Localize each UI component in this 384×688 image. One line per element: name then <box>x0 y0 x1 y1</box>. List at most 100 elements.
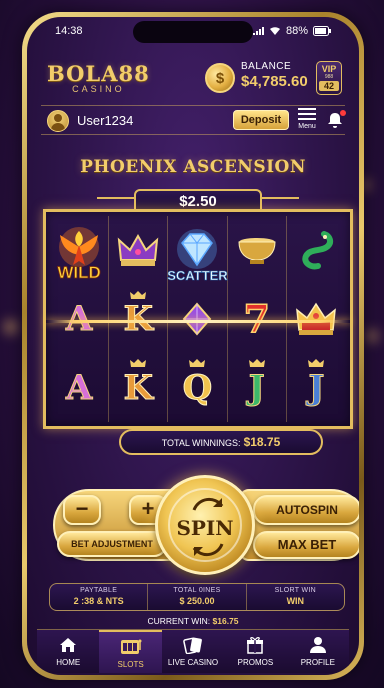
balance-value: $4,785.60 <box>241 73 308 90</box>
bokeh-light <box>366 330 378 342</box>
phone-frame: 14:38 88% BOLA88 CASINO $ BALANCE $4,785… <box>22 12 364 680</box>
scatter-label: SCATTER <box>167 267 228 283</box>
symbol-q: Q <box>182 367 213 408</box>
cards-icon <box>183 637 202 654</box>
notification-button[interactable] <box>327 110 346 128</box>
symbol-a: A <box>65 367 93 408</box>
home-icon <box>60 638 77 652</box>
reel-cell: A <box>50 353 110 422</box>
purple-gem-icon <box>183 302 212 336</box>
nav-live-casino[interactable]: LIVE CASINO <box>162 630 224 673</box>
stat-value: WIN <box>286 596 305 606</box>
mini-crown-icon <box>130 359 147 368</box>
ornament <box>259 197 299 207</box>
red-crown-icon <box>296 302 337 335</box>
gold-bowl-icon <box>238 238 276 265</box>
bokeh-light <box>4 320 18 334</box>
stat-total-lines: TOTAL 0INES $ 250.00 <box>148 584 247 610</box>
vip-sub: 988 <box>324 74 334 80</box>
nav-label: HOME <box>56 658 81 667</box>
reel-cell: K <box>109 284 169 354</box>
reel-cell: WILD <box>50 216 110 285</box>
nav-label: PROMOS <box>237 658 274 667</box>
purple-crown-icon <box>118 234 159 267</box>
status-icons: 88% <box>252 25 331 37</box>
reel-window: WILD SCATTER A K 7 A K Q J J <box>43 209 353 429</box>
mini-crown-icon <box>130 290 147 299</box>
menu-label: Menu <box>298 123 316 130</box>
ornament <box>97 197 137 207</box>
reel-cell: Q <box>168 353 228 422</box>
max-bet-button[interactable]: MAX BET <box>253 531 359 559</box>
stat-label: SLORT WIN <box>274 587 316 594</box>
vip-level: 42 <box>319 81 339 91</box>
balance-label: BALANCE <box>241 61 292 72</box>
user-bar: User1234 Deposit Menu <box>41 105 346 135</box>
stat-label: TOTAL 0INES <box>173 587 221 594</box>
mini-crown-icon <box>308 359 325 368</box>
bet-adjustment-button[interactable]: BET ADJUSTMENT <box>57 531 167 557</box>
jade-dragon-icon <box>302 231 334 270</box>
nav-profile[interactable]: PROFILE <box>287 630 349 673</box>
camera-notch <box>133 21 253 43</box>
mini-crown-icon <box>189 359 206 368</box>
balance-display: BALANCE $4,785.60 <box>241 61 308 90</box>
stat-label: PAYTABLE <box>80 587 118 594</box>
game-title: PHOENIX ASCENSION <box>80 157 306 177</box>
spin-label: SPIN <box>176 516 234 540</box>
stat-value: $ 250.00 <box>179 596 215 606</box>
nav-label: SLOTS <box>117 660 144 669</box>
symbol-seven: 7 <box>243 296 271 343</box>
deposit-button[interactable]: Deposit <box>233 110 289 130</box>
vip-label: VIP <box>321 64 337 74</box>
reel-cell <box>168 284 228 354</box>
reel-cell: K <box>109 353 169 422</box>
slots-icon <box>120 639 142 654</box>
current-win-value: $16.75 <box>212 616 239 626</box>
nav-label: PROFILE <box>300 658 335 667</box>
nav-slots[interactable]: SLOTS <box>99 630 162 673</box>
reel-cell <box>287 216 346 285</box>
brand-name: BOLA88 <box>47 61 150 86</box>
reel-grid: WILD SCATTER A K 7 A K Q J J <box>50 216 346 422</box>
win-payline <box>46 320 350 323</box>
screen: 14:38 88% BOLA88 CASINO $ BALANCE $4,785… <box>27 17 359 675</box>
mini-crown-icon <box>248 359 265 368</box>
avatar[interactable] <box>47 110 69 132</box>
stat-slot-win: SLORT WIN WIN <box>247 584 344 610</box>
current-win-label: CURRENT WIN: <box>147 616 211 626</box>
reel-cell: J <box>287 353 346 422</box>
battery-icon <box>313 26 331 36</box>
coin-icon: $ <box>205 63 235 93</box>
reel-cell <box>109 216 169 285</box>
nav-label: LIVE CASINO <box>167 658 219 667</box>
hamburger-icon <box>298 108 316 120</box>
reel-cell: A <box>50 284 110 354</box>
gift-icon <box>247 637 264 654</box>
reel-cell <box>287 285 346 354</box>
diamond-icon <box>177 229 218 270</box>
symbol-k: K <box>123 367 154 408</box>
username: User1234 <box>77 113 134 128</box>
symbol-j: J <box>248 367 265 408</box>
vip-badge[interactable]: VIP 988 42 <box>316 61 342 95</box>
spin-button[interactable]: SPIN <box>155 475 255 575</box>
bottom-nav: HOME SLOTS LIVE CASINO PROMOS PROFILE <box>37 629 349 673</box>
reel-cell: 7 <box>228 284 287 354</box>
bet-decrease-button[interactable]: − <box>63 495 101 525</box>
autospin-button[interactable]: AUTOSPIN <box>253 495 359 525</box>
nav-promos[interactable]: PROMOS <box>224 630 286 673</box>
stat-value: 2 :38 & NTS <box>73 596 124 606</box>
winnings-label: TOTAL WINNINGS: <box>161 438 241 448</box>
menu-button[interactable]: Menu <box>295 108 319 130</box>
wifi-icon <box>269 27 280 35</box>
battery-percent: 88% <box>285 25 308 37</box>
current-win: CURRENT WIN: $16.75 <box>27 616 359 626</box>
stats-bar: PAYTABLE 2 :38 & NTS TOTAL 0INES $ 250.0… <box>49 583 345 611</box>
brand-logo[interactable]: BOLA88 CASINO <box>47 61 150 94</box>
notification-dot <box>340 110 346 116</box>
nav-home[interactable]: HOME <box>37 630 99 673</box>
stat-paytable[interactable]: PAYTABLE 2 :38 & NTS <box>50 584 149 610</box>
signal-icon <box>252 27 264 35</box>
symbol-k: K <box>123 298 154 339</box>
